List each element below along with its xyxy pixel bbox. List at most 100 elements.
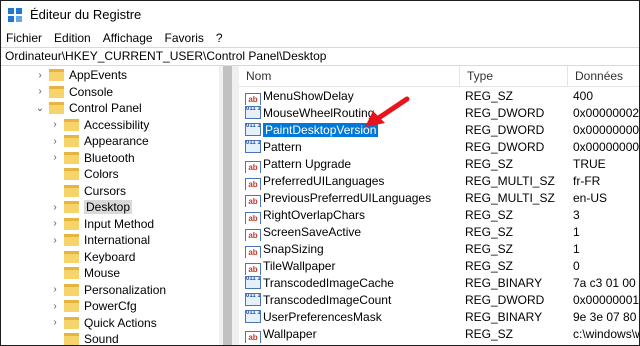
chevron-right-icon[interactable]: › <box>50 119 60 130</box>
value-name: UserPreferencesMask <box>263 310 382 324</box>
chevron-down-icon[interactable]: ⌄ <box>35 103 45 114</box>
value-type: REG_SZ <box>465 89 514 103</box>
chevron-right-icon[interactable]: › <box>35 86 45 97</box>
table-row[interactable]: ab SnapSizing REG_SZ 1 <box>239 241 639 258</box>
tree-item[interactable]: › Personalization <box>50 282 166 298</box>
chevron-right-icon[interactable]: › <box>50 317 60 328</box>
value-data: TRUE <box>573 157 606 171</box>
tree-item-label: Console <box>69 84 114 99</box>
tree-item-label: Bluetooth <box>84 150 135 165</box>
value-name-cell: ab TileWallpaper <box>245 258 459 275</box>
tree-item-label: Input Method <box>84 216 155 231</box>
tree-item[interactable]: Colors <box>50 166 119 182</box>
menu-fichier[interactable]: Fichier <box>1 31 48 45</box>
table-row[interactable]: 011 110PaintDesktopVersion REG_DWORD 0x000… <box>239 122 640 139</box>
table-row[interactable]: 011 110UserPreferencesMask REG_BINARY 9e 3… <box>239 309 639 326</box>
folder-icon <box>64 250 79 263</box>
chevron-right-icon[interactable]: › <box>50 284 60 295</box>
tree-item[interactable]: › Input Method <box>50 216 154 232</box>
tree-item[interactable]: Cursors <box>50 183 126 199</box>
table-row[interactable]: ab RightOverlapChars REG_SZ 3 <box>239 207 639 224</box>
value-type: REG_DWORD <box>465 293 545 307</box>
column-header-name[interactable]: Nom <box>239 66 459 87</box>
value-name-cell: 011 110MouseWheelRouting <box>245 105 459 122</box>
table-row[interactable]: ab Pattern Upgrade REG_SZ TRUE <box>239 156 639 173</box>
value-name: TileWallpaper <box>263 259 336 273</box>
tree-item[interactable]: Mouse <box>50 265 120 281</box>
address-bar[interactable]: Ordinateur\HKEY_CURRENT_USER\Control Pan… <box>1 47 639 66</box>
tree-item[interactable]: Keyboard <box>50 249 135 265</box>
folder-icon <box>49 85 64 98</box>
binary-value-icon: 011 110 <box>245 123 261 136</box>
menu-favoris[interactable]: Favoris <box>159 31 210 45</box>
string-value-icon: ab <box>245 263 261 275</box>
tree-item[interactable]: › PowerCfg <box>50 298 136 314</box>
menu-help[interactable]: ? <box>210 31 229 45</box>
table-row[interactable]: ab TileWallpaper REG_SZ 0 <box>239 258 639 275</box>
value-name: MenuShowDelay <box>263 89 354 103</box>
title-bar[interactable]: Éditeur du Registre <box>1 1 639 28</box>
value-name-cell: ab MenuShowDelay <box>245 88 459 105</box>
value-type: REG_SZ <box>465 259 514 273</box>
value-data: 3 <box>573 208 580 222</box>
tree-item[interactable]: › International <box>50 232 150 248</box>
menu-edition[interactable]: Edition <box>48 31 97 45</box>
chevron-right-icon[interactable]: › <box>50 218 60 229</box>
tree-item[interactable]: › Appearance <box>50 133 148 149</box>
value-name-cell: 011 110Pattern <box>245 139 459 156</box>
value-data: fr-FR <box>573 174 601 188</box>
column-header-type[interactable]: Type <box>460 66 567 87</box>
value-type: REG_SZ <box>465 242 514 256</box>
value-data: 400 <box>573 89 594 103</box>
tree-item-label: Control Panel <box>69 101 142 115</box>
string-value-icon: ab <box>245 331 261 343</box>
chevron-right-icon[interactable]: › <box>35 70 45 81</box>
tree-scrollbar[interactable] <box>219 66 236 345</box>
chevron-right-icon[interactable]: › <box>50 202 60 213</box>
value-type: REG_BINARY <box>465 276 543 290</box>
string-value-icon: ab <box>245 161 261 173</box>
tree-item-label: Cursors <box>84 183 127 198</box>
value-name-cell: 011 110TranscodedImageCache <box>245 275 459 292</box>
chevron-right-icon[interactable]: › <box>50 301 60 312</box>
table-row[interactable]: 011 110TranscodedImageCache REG_BINARY 7a … <box>239 275 639 292</box>
table-row[interactable]: 011 110Pattern REG_DWORD 0x00000000 (0 <box>239 139 639 156</box>
value-name-cell: ab ScreenSaveActive <box>245 224 459 241</box>
tree-item[interactable]: › AppEvents <box>35 67 127 83</box>
tree-item[interactable]: › Accessibility <box>50 117 149 133</box>
tree-item[interactable]: ⌄ Control Panel <box>35 100 142 116</box>
tree-scrollbar-thumb[interactable] <box>223 66 232 345</box>
value-data: 7a c3 01 00 13 <box>573 276 639 290</box>
chevron-right-icon[interactable]: › <box>50 235 60 246</box>
chevron-right-icon[interactable]: › <box>50 152 60 163</box>
folder-icon <box>64 316 79 329</box>
value-name: PreviousPreferredUILanguages <box>263 191 432 205</box>
tree-item[interactable]: › Bluetooth <box>50 150 135 166</box>
chevron-right-icon[interactable]: › <box>50 136 60 147</box>
value-name-cell: 011 110PaintDesktopVersion <box>245 122 459 139</box>
table-row[interactable]: ab Wallpaper REG_SZ c:\windows\w <box>239 326 640 343</box>
value-data: 0x00000000 (0 <box>573 123 640 137</box>
tree-item[interactable]: › Console <box>35 84 113 100</box>
tree-item-label: Accessibility <box>84 117 150 132</box>
table-row[interactable]: ab PreviousPreferredUILanguages REG_MULTI_… <box>239 190 639 207</box>
table-row[interactable]: ab PreferredUILanguages REG_MULTI_SZ fr-FR <box>239 173 639 190</box>
folder-icon <box>64 118 79 131</box>
table-row[interactable]: ab ScreenSaveActive REG_SZ 1 <box>239 224 639 241</box>
tree-item[interactable]: Sound <box>50 331 119 346</box>
tree-item-label: Quick Actions <box>84 315 157 330</box>
column-header-data[interactable]: Données <box>568 66 639 87</box>
value-name: Pattern <box>263 140 302 154</box>
table-row[interactable]: 011 110TranscodedImageCount REG_DWORD 0x00… <box>239 292 639 309</box>
menu-affichage[interactable]: Affichage <box>97 31 159 45</box>
value-type: REG_MULTI_SZ <box>465 174 555 188</box>
tree-item-label: Sound <box>84 332 119 346</box>
tree-item[interactable]: › Desktop <box>50 199 133 215</box>
value-data: c:\windows\w <box>573 327 640 341</box>
tree-item[interactable]: › Quick Actions <box>50 315 157 331</box>
table-row[interactable]: 011 110MouseWheelRouting REG_DWORD 0x00000… <box>239 105 639 122</box>
folder-icon <box>64 184 79 197</box>
window-title: Éditeur du Registre <box>30 7 142 22</box>
registry-editor-icon <box>8 7 22 22</box>
table-row[interactable]: ab MenuShowDelay REG_SZ 400 <box>239 88 639 105</box>
